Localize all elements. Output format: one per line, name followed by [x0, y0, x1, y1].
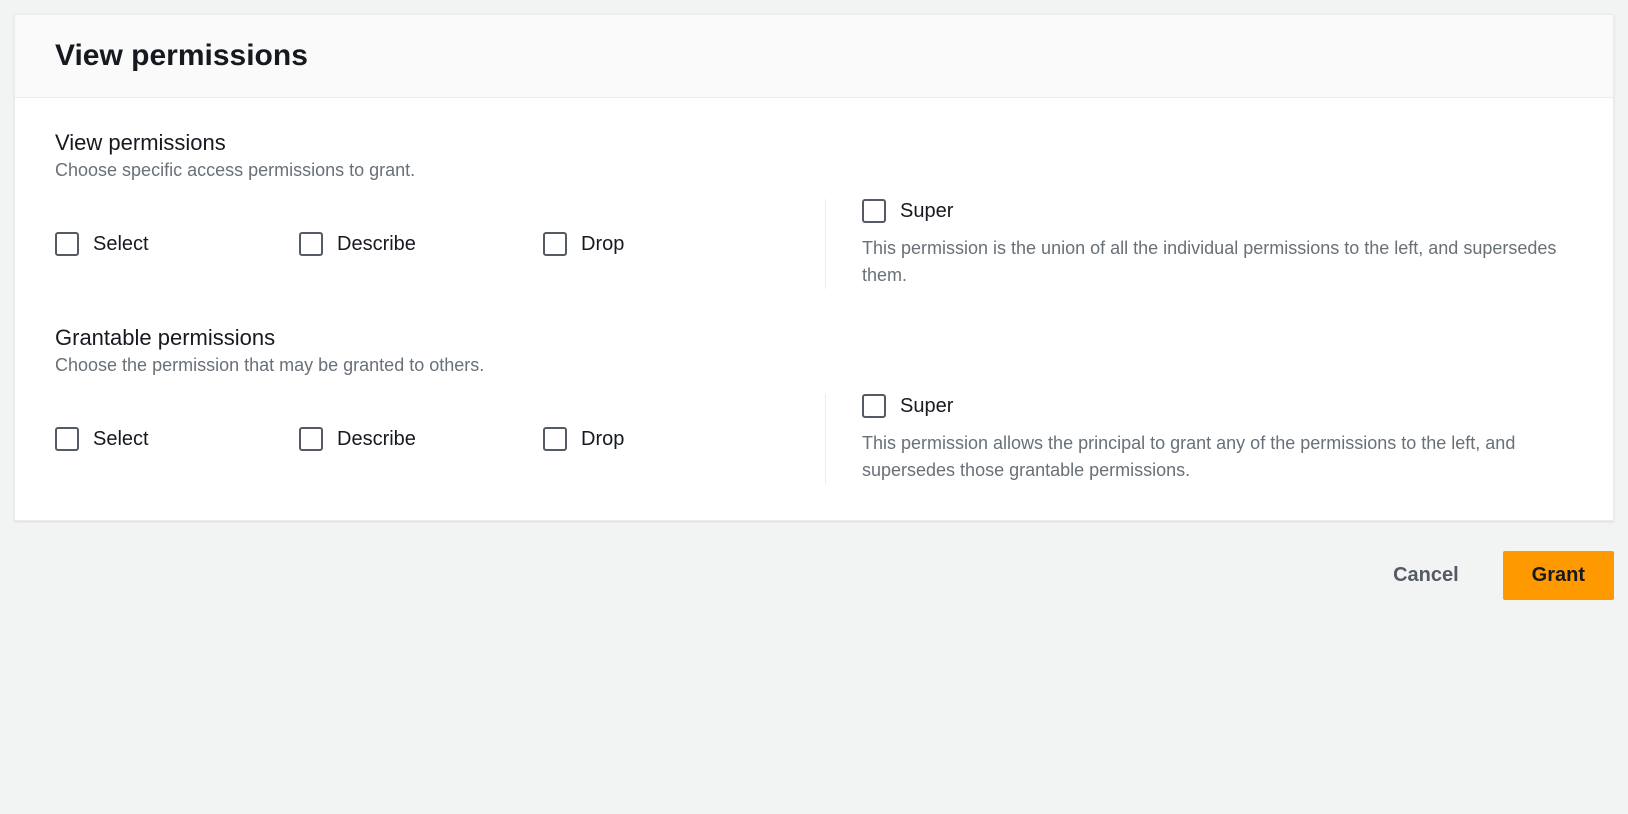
permission-drop: Drop: [543, 199, 787, 289]
permission-select: Select: [55, 199, 299, 289]
grantable-drop: Drop: [543, 394, 787, 484]
checkbox-grantable-super[interactable]: [862, 394, 886, 418]
grant-button[interactable]: Grant: [1503, 551, 1614, 600]
checkbox-grantable-describe[interactable]: [299, 427, 323, 451]
permission-label: Select: [93, 428, 149, 451]
grantable-super: Super: [862, 394, 1573, 418]
permission-label: Super: [900, 395, 953, 418]
panel-header: View permissions: [15, 15, 1613, 98]
section-title: View permissions: [55, 130, 1573, 156]
checkbox-super[interactable]: [862, 199, 886, 223]
section-description: Choose the permission that may be grante…: [55, 355, 1573, 376]
individual-permissions: Select Describe Drop: [55, 394, 825, 484]
page-title: View permissions: [55, 39, 1573, 73]
super-permission-col: Super This permission is the union of al…: [825, 199, 1573, 289]
permission-label: Describe: [337, 428, 416, 451]
permission-label: Drop: [581, 233, 624, 256]
section-description: Choose specific access permissions to gr…: [55, 160, 1573, 181]
super-description: This permission is the union of all the …: [862, 235, 1573, 289]
super-description: This permission allows the principal to …: [862, 430, 1573, 484]
checkbox-grantable-select[interactable]: [55, 427, 79, 451]
permissions-panel: View permissions View permissions Choose…: [14, 14, 1614, 521]
view-permissions-section: View permissions Choose specific access …: [55, 130, 1573, 289]
permission-super: Super: [862, 199, 1573, 223]
checkbox-select[interactable]: [55, 232, 79, 256]
checkbox-drop[interactable]: [543, 232, 567, 256]
checkbox-grantable-drop[interactable]: [543, 427, 567, 451]
grantable-permissions-section: Grantable permissions Choose the permiss…: [55, 325, 1573, 484]
grantable-select: Select: [55, 394, 299, 484]
permission-label: Describe: [337, 233, 416, 256]
permission-label: Select: [93, 233, 149, 256]
permission-label: Super: [900, 200, 953, 223]
permission-label: Drop: [581, 428, 624, 451]
checkbox-describe[interactable]: [299, 232, 323, 256]
permissions-row: Select Describe Drop Super: [55, 394, 1573, 484]
footer-actions: Cancel Grant: [14, 521, 1614, 600]
individual-permissions: Select Describe Drop: [55, 199, 825, 289]
permissions-row: Select Describe Drop Super: [55, 199, 1573, 289]
cancel-button[interactable]: Cancel: [1365, 552, 1487, 599]
super-permission-col: Super This permission allows the princip…: [825, 394, 1573, 484]
panel-body: View permissions Choose specific access …: [15, 98, 1613, 520]
permission-describe: Describe: [299, 199, 543, 289]
section-title: Grantable permissions: [55, 325, 1573, 351]
grantable-describe: Describe: [299, 394, 543, 484]
